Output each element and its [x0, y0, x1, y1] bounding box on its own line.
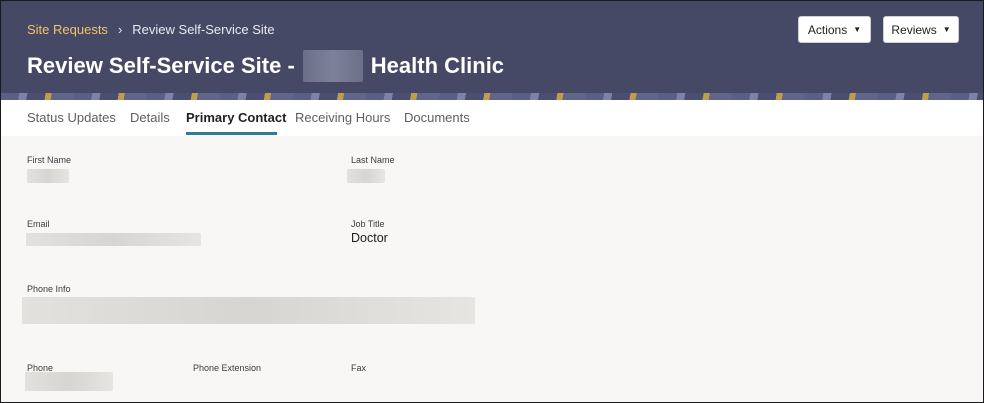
- page-title-prefix: Review Self-Service Site -: [27, 53, 295, 78]
- page-header: Site Requests › Review Self-Service Site…: [1, 1, 983, 100]
- redacted-clinic-name: [302, 50, 363, 82]
- last-name-label: Last Name: [351, 155, 395, 165]
- header-decorative-pattern: [1, 93, 983, 100]
- tab-status-updates[interactable]: Status Updates: [27, 110, 116, 125]
- email-label: Email: [27, 219, 50, 229]
- breadcrumb-chevron-icon: ›: [117, 22, 123, 37]
- breadcrumb: Site Requests › Review Self-Service Site: [27, 22, 275, 37]
- first-name-value-redacted: [27, 169, 69, 183]
- tab-receiving-hours[interactable]: Receiving Hours: [295, 110, 390, 125]
- phone-info-value-redacted: [22, 297, 475, 324]
- tab-bar: Status Updates Details Primary Contact R…: [1, 100, 983, 136]
- job-title-value: Doctor: [351, 231, 388, 245]
- reviews-button-label: Reviews: [891, 22, 937, 37]
- phone-info-label: Phone Info: [27, 284, 71, 294]
- app-frame: Site Requests › Review Self-Service Site…: [0, 0, 984, 403]
- page-title: Review Self-Service Site - Health Clinic: [27, 50, 504, 82]
- phone-value-redacted: [25, 372, 113, 391]
- last-name-value-redacted: [347, 169, 385, 183]
- page-title-suffix: Health Clinic: [370, 53, 505, 78]
- breadcrumb-current: Review Self-Service Site: [132, 22, 275, 37]
- job-title-label: Job Title: [351, 219, 385, 229]
- actions-button[interactable]: Actions ▼: [798, 16, 871, 43]
- fax-label: Fax: [351, 363, 367, 373]
- breadcrumb-site-requests-link[interactable]: Site Requests: [27, 22, 108, 37]
- tab-details[interactable]: Details: [130, 110, 170, 125]
- tab-documents[interactable]: Documents: [404, 110, 470, 125]
- actions-button-label: Actions: [807, 22, 848, 37]
- caret-down-icon: ▼: [942, 25, 951, 34]
- reviews-button[interactable]: Reviews ▼: [883, 16, 959, 43]
- email-value-redacted: [26, 233, 201, 246]
- active-tab-indicator: [186, 132, 277, 135]
- first-name-label: First Name: [27, 155, 72, 165]
- phone-extension-label: Phone Extension: [193, 363, 262, 373]
- tab-primary-contact[interactable]: Primary Contact: [186, 110, 286, 125]
- caret-down-icon: ▼: [853, 25, 862, 34]
